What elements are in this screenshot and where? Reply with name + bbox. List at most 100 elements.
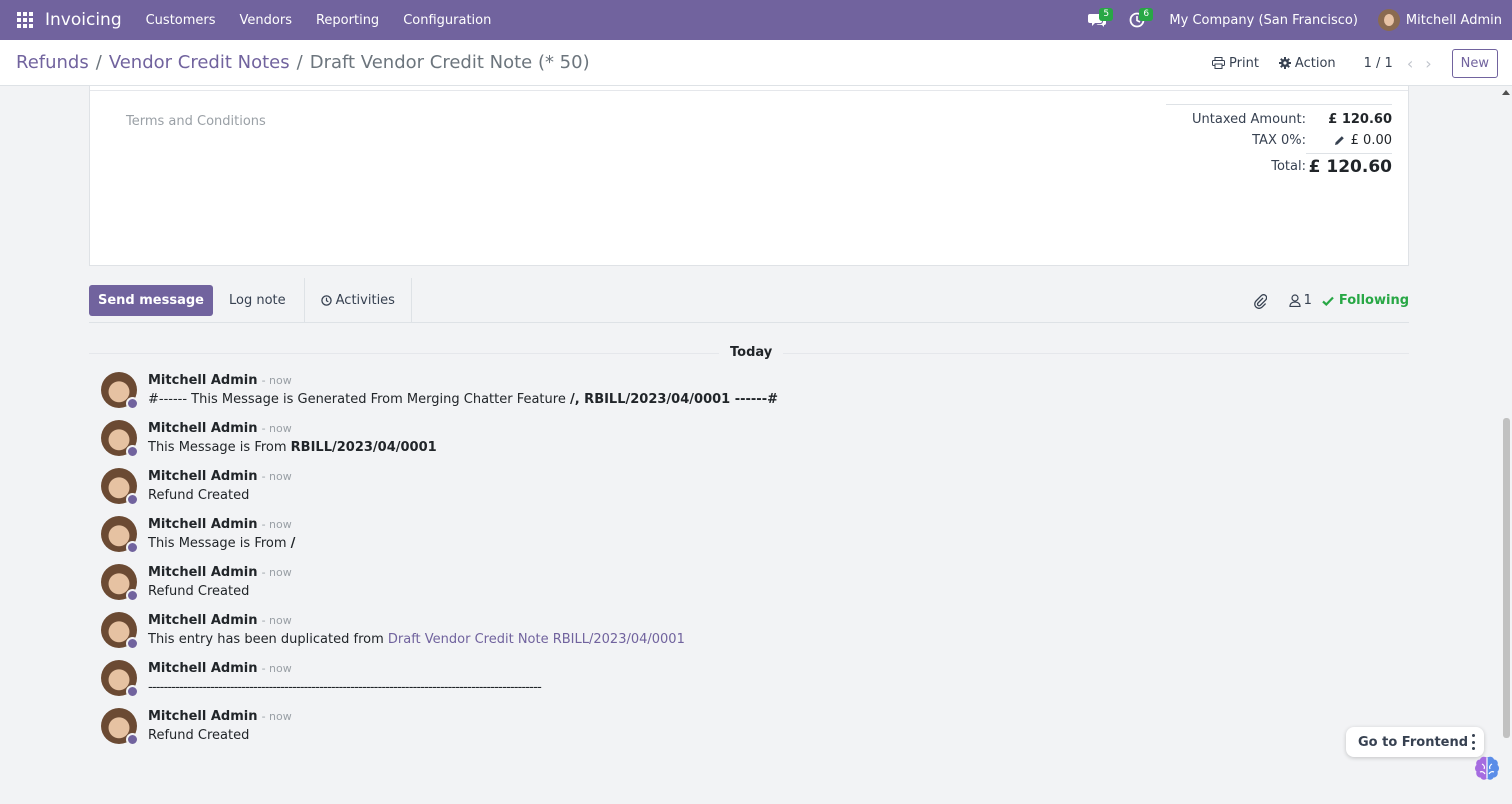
message-item: Mitchell Admin - now Refund Created [100, 562, 1400, 610]
date-separator-label: Today [719, 345, 784, 360]
author-avatar[interactable] [101, 516, 139, 554]
following-label: Following [1338, 293, 1409, 308]
user-menu[interactable]: Mitchell Admin [1377, 9, 1502, 31]
message-item: Mitchell Admin - now Refund Created [100, 706, 1400, 754]
menu-configuration[interactable]: Configuration [391, 13, 503, 28]
user-name: Mitchell Admin [1405, 12, 1502, 28]
company-switcher[interactable]: My Company (San Francisco) [1169, 13, 1357, 28]
author-avatar[interactable] [101, 468, 139, 506]
more-options-icon[interactable] [1472, 734, 1476, 750]
go-to-frontend-widget: Go to Frontend [1346, 727, 1484, 757]
message-body: ----------------------------------------… [148, 680, 542, 695]
activity-menu[interactable]: 6 [1123, 0, 1154, 40]
online-status-icon [126, 637, 139, 650]
check-icon [1322, 296, 1334, 306]
author-avatar[interactable] [101, 708, 139, 746]
pencil-icon[interactable] [1334, 135, 1345, 146]
pager-next-icon[interactable]: › [1425, 54, 1431, 73]
menu-reporting[interactable]: Reporting [304, 13, 391, 28]
message-item: Mitchell Admin - now This Message is Fro… [100, 514, 1400, 562]
menu-customers[interactable]: Customers [134, 13, 228, 28]
message-text: This Message is From [148, 536, 291, 551]
action-button[interactable]: Action [1278, 55, 1336, 71]
message-date: - now [261, 614, 292, 627]
message-text: ----------------------------------------… [148, 680, 542, 695]
message-text: #------ This Message is Generated From M… [148, 392, 570, 407]
send-message-button[interactable]: Send message [89, 284, 213, 316]
scroll-up-arrow-icon[interactable] [1502, 90, 1510, 95]
scrollbar[interactable] [1502, 90, 1510, 804]
pager-value[interactable]: 1 / 1 [1364, 56, 1393, 71]
print-label: Print [1229, 55, 1259, 71]
online-status-icon [126, 685, 139, 698]
following-button[interactable]: Following [1322, 293, 1409, 308]
message-text: This entry has been duplicated from [148, 632, 388, 647]
message-author[interactable]: Mitchell Admin [148, 613, 257, 628]
app-brand[interactable]: Invoicing [45, 10, 122, 30]
pager-previous-icon[interactable]: ‹ [1407, 54, 1413, 73]
navbar-systray: 5 6 My Company (San Francisco) Mitchell … [1083, 0, 1502, 40]
breadcrumb-refunds[interactable]: Refunds [16, 52, 89, 73]
brain-icon[interactable] [1472, 754, 1502, 784]
message-author[interactable]: Mitchell Admin [148, 709, 257, 724]
message-author[interactable]: Mitchell Admin [148, 565, 257, 580]
message-date: - now [261, 374, 292, 387]
breadcrumb: Refunds / Vendor Credit Notes / Draft Ve… [16, 52, 590, 73]
form-sheet: Terms and Conditions Untaxed Amount: £ 1… [89, 86, 1409, 266]
print-button[interactable]: Print [1212, 56, 1259, 71]
untaxed-label: Untaxed Amount: [1192, 112, 1306, 127]
author-avatar[interactable] [101, 564, 139, 602]
message-body: Refund Created [148, 584, 249, 599]
message-date: - now [261, 422, 292, 435]
duplicated-from-link[interactable]: Draft Vendor Credit Note RBILL/2023/04/0… [388, 632, 685, 647]
printer-icon [1212, 57, 1226, 69]
author-avatar[interactable] [101, 660, 139, 698]
activities-button[interactable]: Activities [303, 277, 412, 323]
total-row: Total: £ 120.60 [1166, 151, 1392, 181]
online-status-icon [126, 397, 139, 410]
action-label: Action [1294, 55, 1336, 71]
message-author[interactable]: Mitchell Admin [148, 421, 257, 436]
new-button[interactable]: New [1451, 48, 1498, 78]
message-body: This Message is From / [148, 536, 295, 551]
untaxed-value: £ 120.60 [1328, 112, 1392, 127]
message-body: This Message is From RBILL/2023/04/0001 [148, 440, 437, 455]
control-panel: Refunds / Vendor Credit Notes / Draft Ve… [0, 40, 1512, 86]
online-status-icon [126, 445, 139, 458]
message-author[interactable]: Mitchell Admin [148, 469, 257, 484]
messaging-menu[interactable]: 5 [1083, 0, 1114, 40]
activities-label: Activities [335, 292, 395, 308]
tax-value-cell: £ 0.00 [1306, 133, 1392, 148]
message-item: Mitchell Admin - now #------ This Messag… [100, 370, 1400, 418]
terms-and-conditions-field[interactable]: Terms and Conditions [126, 114, 266, 129]
message-bold-text: RBILL/2023/04/0001 [290, 440, 437, 455]
log-note-button[interactable]: Log note [213, 278, 302, 323]
breadcrumb-vendor-credit-notes[interactable]: Vendor Credit Notes [109, 52, 290, 73]
message-bold-text: / [290, 536, 296, 551]
apps-menu-icon[interactable] [17, 12, 33, 28]
gear-icon [1278, 57, 1291, 69]
followers-count: 1 [1303, 293, 1312, 308]
author-avatar[interactable] [101, 372, 139, 410]
author-avatar[interactable] [101, 612, 139, 650]
go-to-frontend-button[interactable]: Go to Frontend [1346, 735, 1468, 750]
message-text: Refund Created [148, 584, 250, 599]
menu-vendors[interactable]: Vendors [228, 13, 304, 28]
scrollbar-thumb[interactable] [1503, 418, 1510, 738]
paperclip-icon[interactable] [1253, 293, 1267, 309]
message-author[interactable]: Mitchell Admin [148, 373, 257, 388]
tax-label: TAX 0%: [1252, 133, 1306, 148]
message-author[interactable]: Mitchell Admin [148, 661, 257, 676]
user-avatar [1377, 9, 1400, 31]
message-text: This Message is From [148, 440, 291, 455]
user-icon [1288, 294, 1301, 307]
online-status-icon [126, 493, 139, 506]
online-status-icon [126, 589, 139, 602]
message-text: Refund Created [148, 728, 250, 743]
followers-button[interactable]: 1 [1288, 293, 1312, 308]
message-body: Refund Created [148, 728, 249, 743]
activities-badge: 6 [1139, 8, 1154, 21]
message-author[interactable]: Mitchell Admin [148, 517, 257, 532]
author-avatar[interactable] [101, 420, 139, 458]
message-item: Mitchell Admin - now Refund Created [100, 466, 1400, 514]
